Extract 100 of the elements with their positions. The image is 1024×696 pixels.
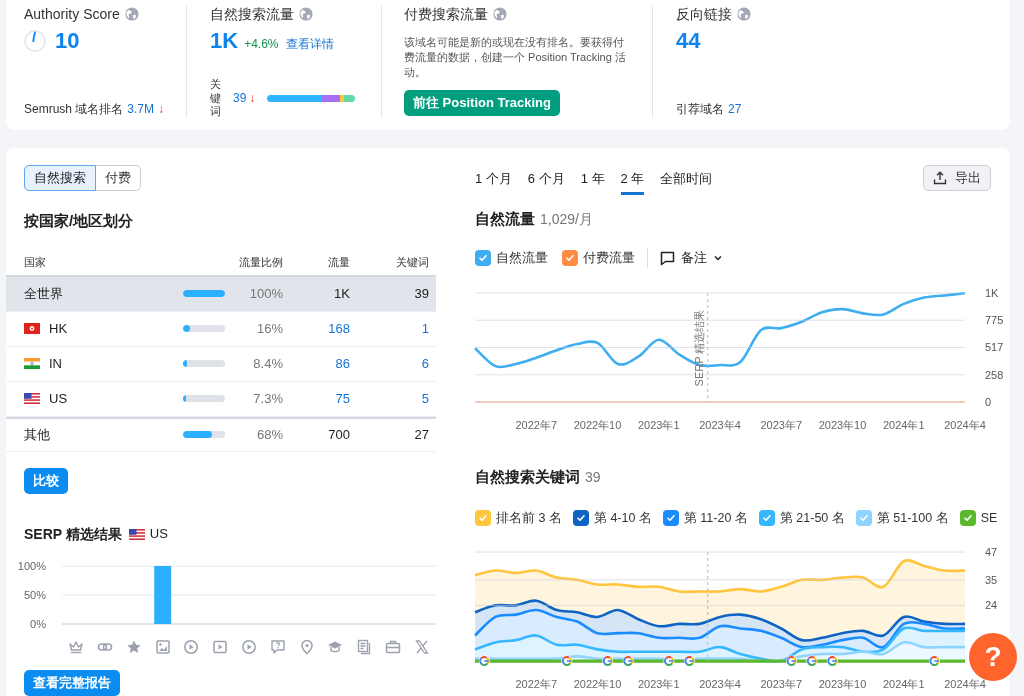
share-bar — [183, 325, 225, 332]
legend-label[interactable]: 自然流量 — [496, 248, 548, 268]
table-cell-text: 100% — [248, 284, 283, 303]
section-heading: SERP 精选结果 — [24, 524, 122, 544]
globe-icon — [124, 7, 139, 21]
legend-label[interactable]: SE — [980, 508, 998, 528]
details-link[interactable]: 查看详情 — [286, 35, 335, 53]
chart-value: 1,029/月 — [540, 209, 593, 229]
segment-tab[interactable]: 自然搜索 — [24, 165, 96, 191]
notes-dropdown[interactable]: 备注 — [660, 248, 723, 268]
period-tab[interactable]: 1 年 — [580, 169, 605, 195]
checkmark-icon — [962, 512, 973, 523]
referring-domains-value[interactable]: 27 — [728, 100, 742, 118]
period-tab[interactable]: 6 个月 — [527, 169, 565, 195]
axis-label: 2023年10 — [818, 419, 867, 431]
country-name[interactable]: US — [49, 388, 68, 409]
table-cell-text: 8.4% — [252, 354, 283, 373]
axis-label: 2024年4 — [944, 678, 986, 691]
chart-title: 自然流量 — [475, 208, 535, 229]
table-link[interactable]: 6 — [350, 353, 429, 374]
axis-label: 100% — [17, 560, 46, 572]
legend-label[interactable]: 第 4-10 名 — [593, 508, 652, 528]
rank-value[interactable]: 3.7M — [127, 100, 155, 118]
document-icon — [356, 638, 373, 655]
table-cell-text: 27 — [413, 425, 429, 444]
checkbox[interactable] — [475, 509, 491, 526]
checkmark-icon — [478, 253, 488, 263]
axis-label: 1K — [985, 288, 999, 299]
table-cell-text: 1K — [333, 284, 350, 303]
axis-label: 2022年10 — [573, 678, 622, 691]
play-icon — [241, 638, 257, 655]
column-header: 流量比例 — [238, 255, 283, 271]
legend-label[interactable]: 付费流量 — [583, 248, 635, 268]
checkbox[interactable] — [662, 509, 679, 526]
keywords-value[interactable]: 39 — [233, 89, 247, 108]
gauge-icon — [24, 30, 46, 52]
axis-label: 47 — [985, 547, 998, 559]
axis-label: 2023年1 — [637, 419, 680, 431]
score-value: 10 — [55, 30, 80, 52]
axis-label: 2022年7 — [515, 419, 558, 431]
table-link[interactable]: 5 — [350, 388, 429, 409]
legend-label[interactable]: 第 21-50 名 — [779, 508, 845, 528]
share-bar — [183, 431, 225, 438]
axis-label: 35 — [985, 574, 998, 587]
table-cell-text: 68% — [255, 425, 283, 444]
period-tab[interactable]: 1 个月 — [475, 169, 512, 195]
axis-label: 2022年7 — [515, 678, 558, 691]
export-button[interactable]: 导出 — [923, 165, 991, 191]
change-value: +4.6% — [244, 36, 279, 53]
column-header: 流量 — [327, 255, 350, 271]
checkbox[interactable] — [959, 509, 976, 526]
axis-label: 2022年10 — [573, 419, 622, 431]
period-tab[interactable]: 全部时间 — [660, 169, 713, 195]
country-name[interactable]: IN — [49, 353, 62, 374]
checkmark-icon — [478, 512, 488, 523]
checkmark-icon — [858, 512, 869, 523]
period-tab[interactable]: 2 年 — [620, 169, 645, 195]
axis-label: 2024年1 — [882, 419, 925, 431]
bar — [154, 565, 172, 624]
share-bar — [183, 290, 225, 297]
chart-value: 39 — [585, 468, 601, 487]
upload-icon — [933, 171, 947, 185]
rank-label: Semrush 域名排名 — [24, 101, 124, 118]
metric-title: 付费搜索流量 — [404, 4, 488, 24]
column-header: 国家 — [24, 255, 47, 271]
keywords-label: 关键词 — [210, 78, 221, 118]
traffic-value: 1K — [210, 30, 239, 52]
axis-label: 50% — [23, 588, 46, 601]
checkbox[interactable] — [475, 250, 491, 266]
referring-domains-label: 引荐域名 — [676, 101, 724, 118]
chart-title: 自然搜索关键词 — [475, 467, 580, 487]
column-header: 关键词 — [395, 255, 429, 271]
legend-label[interactable]: 第 51-100 名 — [876, 508, 949, 528]
axis-label: 2023年4 — [699, 678, 741, 691]
checkmark-icon — [565, 253, 575, 263]
axis-label: 2023年10 — [818, 678, 867, 691]
axis-label: 517 — [985, 341, 1004, 354]
play-icon — [183, 638, 200, 655]
country-name[interactable]: HK — [49, 318, 68, 339]
description-text: 该域名可能是新的或现在没有排名。要获得付费流量的数据，创建一个 Position Tracking 活动。 — [404, 35, 627, 80]
flag-icon — [24, 358, 40, 369]
legend-label[interactable]: 第 11-20 名 — [683, 508, 748, 528]
checkbox[interactable] — [572, 509, 589, 526]
checkbox[interactable] — [562, 250, 578, 266]
table-link[interactable]: 75 — [283, 388, 350, 409]
axis-label: 2023年1 — [637, 678, 680, 691]
table-link[interactable]: 86 — [283, 353, 350, 374]
axis-label: 2024年1 — [882, 678, 925, 691]
table-link[interactable]: 168 — [283, 318, 350, 339]
trend-arrow: ↓ — [158, 101, 165, 118]
checkbox[interactable] — [855, 509, 872, 526]
segment-tab[interactable]: 付费 — [95, 165, 141, 191]
country-name: 全世界 — [24, 284, 63, 303]
checkbox[interactable] — [758, 509, 775, 526]
table-link[interactable]: 1 — [350, 318, 429, 339]
globe-icon — [493, 7, 507, 21]
video-icon — [212, 638, 229, 655]
backlinks-value[interactable]: 44 — [676, 30, 701, 52]
annotation-label: SERP 精选结果 — [692, 309, 705, 387]
legend-label[interactable]: 排名前 3 名 — [496, 508, 562, 528]
